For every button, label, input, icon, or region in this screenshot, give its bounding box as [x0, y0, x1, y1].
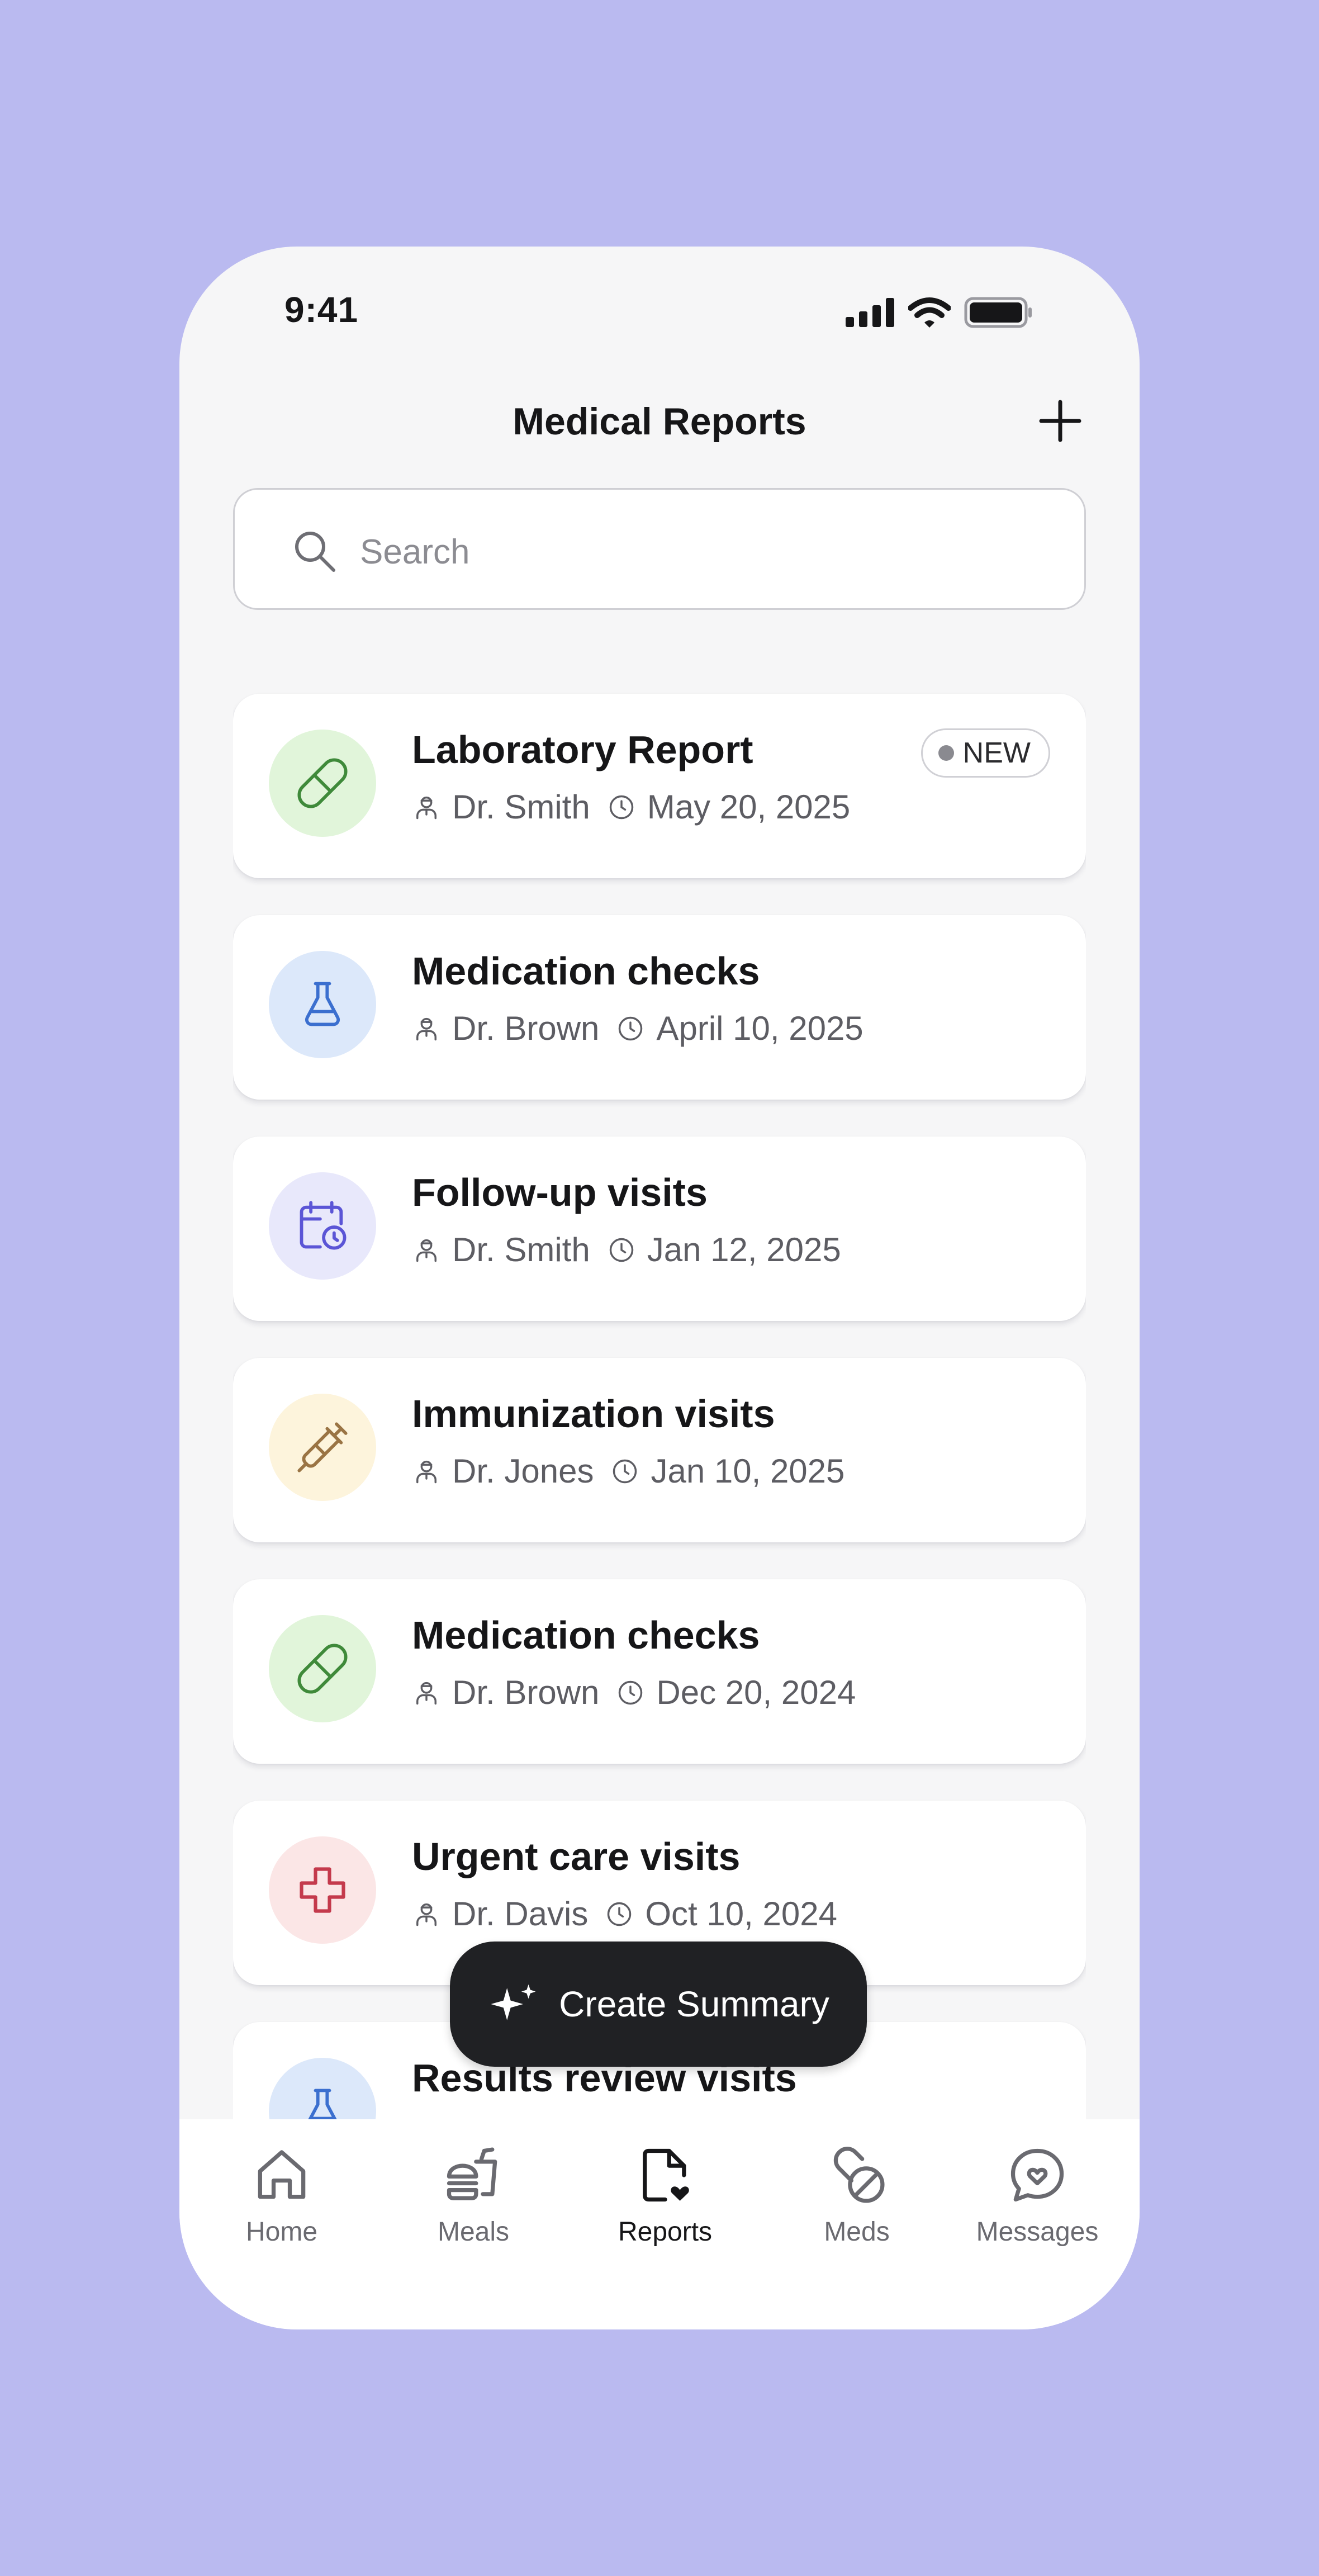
report-meta: Dr. Smith Jan 12, 2025 — [412, 1230, 841, 1269]
meals-icon — [441, 2142, 506, 2209]
clock-icon — [616, 1678, 645, 1707]
tab-meals[interactable]: Meals — [378, 2119, 568, 2265]
report-icon-bg — [269, 730, 376, 837]
flask-icon — [305, 982, 340, 1026]
doctor-icon — [412, 1678, 441, 1707]
report-meta: Dr. Davis Oct 10, 2024 — [412, 1895, 837, 1933]
tab-bar: Home Meals Reports Meds Messages — [179, 2119, 1140, 2329]
header: Medical Reports — [179, 375, 1140, 453]
report-title: Medication checks — [412, 1613, 760, 1657]
report-icon-bg — [269, 951, 376, 1058]
doctor-icon — [412, 1014, 441, 1043]
report-date: April 10, 2025 — [656, 1010, 863, 1047]
report-icon-bg — [269, 1394, 376, 1501]
report-doctor: Dr. Smith — [452, 788, 590, 826]
tab-label: Home — [245, 2217, 318, 2247]
report-doctor: Dr. Brown — [452, 1674, 600, 1711]
status-bar: 9:41 — [179, 247, 1140, 375]
badge-label: NEW — [962, 737, 1031, 769]
report-heart-icon — [633, 2142, 698, 2209]
report-meta: Dr. Brown April 10, 2025 — [412, 1009, 863, 1048]
add-report-button[interactable] — [1037, 397, 1084, 444]
badge-dot — [938, 745, 954, 761]
tab-messages[interactable]: Messages — [942, 2119, 1132, 2265]
tab-label: Meds — [824, 2217, 890, 2247]
signal-icon — [846, 298, 895, 330]
report-meta: Dr. Brown Dec 20, 2024 — [412, 1673, 856, 1712]
report-date: Jan 10, 2025 — [651, 1452, 845, 1490]
report-icon-bg — [269, 1836, 376, 1944]
tab-label: Reports — [618, 2217, 713, 2247]
calendar-clock-icon — [300, 1201, 347, 1250]
sparkles-icon — [487, 1982, 541, 2026]
report-doctor: Dr. Smith — [452, 1231, 590, 1268]
pill-icon — [297, 1644, 348, 1694]
report-card[interactable]: Medication checks Dr. Brown Dec 20, 2024 — [233, 1579, 1086, 1764]
phone-screen: 9:41 Medical Reports Search Medication c… — [179, 247, 1140, 2329]
doctor-icon — [412, 1900, 441, 1929]
status-icons — [846, 297, 1033, 331]
report-doctor: Dr. Jones — [452, 1452, 594, 1490]
report-title: Laboratory Report — [412, 728, 753, 771]
clock-icon — [607, 1235, 636, 1265]
tab-home[interactable]: Home — [187, 2119, 377, 2265]
page-title: Medical Reports — [513, 400, 806, 443]
report-card[interactable]: Laboratory Report Dr. Smith May 20, 2025… — [233, 694, 1086, 878]
clock-icon — [607, 793, 636, 822]
report-title: Follow-up visits — [412, 1171, 708, 1214]
tab-label: Meals — [437, 2217, 510, 2247]
report-icon-bg — [269, 2058, 376, 2120]
report-doctor: Dr. Davis — [452, 1895, 589, 1933]
search-input[interactable]: Search — [360, 532, 469, 572]
tab-reports[interactable]: Reports — [570, 2119, 760, 2265]
report-doctor: Dr. Brown — [452, 1010, 600, 1047]
message-heart-icon — [1005, 2142, 1070, 2209]
plus-icon — [1039, 400, 1081, 442]
flask-icon — [307, 2089, 338, 2120]
report-date: Dec 20, 2024 — [656, 1674, 856, 1711]
search-field[interactable]: Search — [233, 488, 1086, 610]
search-icon — [292, 529, 337, 576]
status-time: 9:41 — [284, 290, 359, 330]
new-badge: NEW — [921, 728, 1050, 778]
syringe-icon — [297, 1422, 348, 1472]
pill-icon — [297, 758, 348, 808]
report-list: Medication checks Dr. Brown April 10, 20… — [233, 667, 1086, 2120]
report-date: Jan 12, 2025 — [647, 1231, 841, 1268]
create-summary-button[interactable]: Create Summary — [450, 1942, 867, 2067]
create-summary-label: Create Summary — [559, 1984, 829, 2024]
report-title: Immunization visits — [412, 1392, 775, 1436]
tab-label: Messages — [976, 2217, 1099, 2247]
clock-icon — [605, 1900, 634, 1929]
report-icon-bg — [269, 1172, 376, 1280]
report-card[interactable]: Medication checks Dr. Brown April 10, 20… — [233, 915, 1086, 1100]
report-date: May 20, 2025 — [647, 788, 851, 826]
doctor-icon — [412, 1457, 441, 1486]
report-title: Medication checks — [412, 949, 760, 993]
home-icon — [249, 2142, 314, 2209]
meds-icon — [824, 2142, 889, 2209]
report-icon-bg — [269, 1615, 376, 1722]
report-meta: Dr. Jones Jan 10, 2025 — [412, 1452, 844, 1490]
report-title: Urgent care visits — [412, 1835, 741, 1878]
report-card[interactable]: Follow-up visits Dr. Smith Jan 12, 2025 — [233, 1137, 1086, 1321]
medical-cross-icon — [300, 1867, 345, 1913]
report-card[interactable]: Immunization visits Dr. Jones Jan 10, 20… — [233, 1358, 1086, 1542]
clock-icon — [610, 1457, 639, 1486]
tab-meds[interactable]: Meds — [762, 2119, 952, 2265]
doctor-icon — [412, 1235, 441, 1265]
report-date: Oct 10, 2024 — [645, 1895, 837, 1933]
report-meta: Dr. Smith May 20, 2025 — [412, 788, 850, 826]
wifi-icon — [908, 297, 951, 331]
doctor-icon — [412, 793, 441, 822]
battery-icon — [964, 297, 1033, 331]
clock-icon — [616, 1014, 645, 1043]
